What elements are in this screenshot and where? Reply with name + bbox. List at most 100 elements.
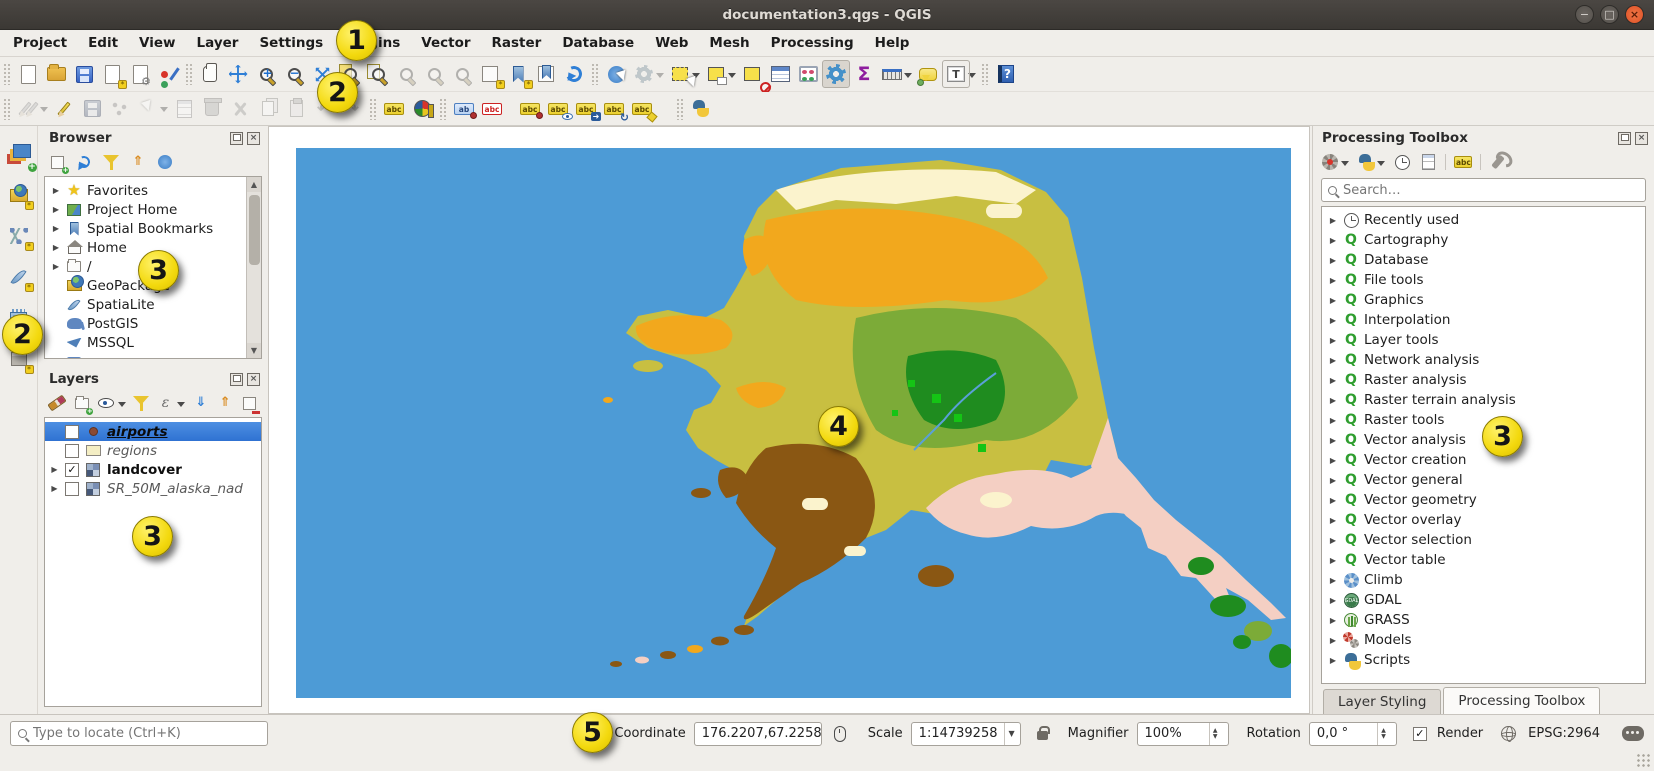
zoom-out-icon[interactable] [280, 60, 308, 88]
toggle-processing-toolbox-icon[interactable] [822, 60, 850, 88]
processing-group-network-analysis[interactable]: ▶QNetwork analysis [1322, 350, 1645, 370]
processing-group-file-tools[interactable]: ▶QFile tools [1322, 270, 1645, 290]
menu-database[interactable]: Database [559, 33, 637, 53]
expand-icon[interactable]: ▶ [1328, 616, 1338, 625]
coordinate-field[interactable]: 176.2207,67.2258 [694, 722, 822, 746]
zoom-last-icon[interactable] [420, 60, 448, 88]
expand-icon[interactable]: ▶ [1328, 276, 1338, 285]
scroll-down-icon[interactable]: ▼ [247, 343, 261, 358]
history-icon[interactable] [1393, 153, 1411, 171]
processing-options-icon[interactable] [1489, 153, 1507, 171]
menu-edit[interactable]: Edit [85, 33, 121, 53]
expand-icon[interactable]: ▶ [1328, 516, 1338, 525]
expand-icon[interactable]: ▶ [1328, 476, 1338, 485]
magnifier-spinbox[interactable]: 100%▲▼ [1137, 722, 1229, 746]
new-project-icon[interactable] [14, 60, 42, 88]
maximize-button[interactable]: □ [1600, 5, 1619, 24]
manage-map-themes-icon[interactable] [97, 394, 114, 412]
map-view[interactable] [296, 148, 1291, 698]
models-dropdown-icon[interactable] [1341, 161, 1349, 170]
zoom-in-icon[interactable] [252, 60, 280, 88]
scroll-up-icon[interactable]: ▲ [247, 177, 261, 192]
toolbar-drag-handle[interactable] [439, 98, 447, 120]
processing-group-raster-terrain[interactable]: ▶QRaster terrain analysis [1322, 390, 1645, 410]
menu-web[interactable]: Web [652, 33, 691, 53]
expand-icon[interactable]: ▶ [50, 484, 59, 493]
map-tips-icon[interactable] [914, 60, 942, 88]
expand-icon[interactable]: ▶ [1328, 256, 1338, 265]
results-viewer-icon[interactable] [1419, 153, 1437, 171]
new-spatialite-layer-icon[interactable] [5, 263, 33, 291]
layer-row-airports[interactable]: airports [45, 422, 261, 441]
tab-layer-styling[interactable]: Layer Styling [1323, 689, 1441, 714]
menu-mesh[interactable]: Mesh [706, 33, 752, 53]
expand-icon[interactable]: ▶ [51, 205, 61, 214]
layer-row-sr50m[interactable]: ▶ SR_50M_alaska_nad [45, 479, 261, 498]
move-label-icon[interactable]: ➜ [572, 95, 600, 123]
zoom-to-native-icon[interactable] [392, 60, 420, 88]
scripts-menu-icon[interactable] [1357, 153, 1375, 171]
style-manager-icon[interactable] [154, 60, 182, 88]
browser-item-postgis[interactable]: PostGIS [45, 314, 261, 333]
extents-toggle-icon[interactable] [834, 726, 846, 742]
select-features-by-value-icon[interactable] [702, 60, 730, 88]
toolbar-drag-handle[interactable] [3, 98, 11, 120]
processing-group-climb[interactable]: ▶Climb [1322, 570, 1645, 590]
processing-group-vector-geometry[interactable]: ▶QVector geometry [1322, 490, 1645, 510]
lock-scale-icon[interactable] [1037, 731, 1048, 740]
filter-by-expression-icon[interactable]: ε [157, 394, 174, 412]
deselect-features-icon[interactable] [738, 60, 766, 88]
processing-close-icon[interactable]: × [1635, 132, 1648, 145]
highlight-unplaced-labels-icon[interactable] [478, 95, 506, 123]
select-features-icon[interactable] [666, 60, 694, 88]
scroll-thumb[interactable] [249, 195, 260, 265]
processing-group-grass[interactable]: ▶GRASS [1322, 610, 1645, 630]
toolbar-drag-handle[interactable] [676, 98, 684, 120]
expand-icon[interactable]: ▶ [51, 186, 61, 195]
menu-view[interactable]: View [136, 33, 178, 53]
layer-diagram-options-icon[interactable] [408, 95, 436, 123]
layers-close-icon[interactable]: × [247, 373, 260, 386]
filter-legend-icon[interactable] [133, 394, 150, 412]
properties-widget-icon[interactable] [156, 153, 174, 171]
new-spatial-bookmark-icon[interactable] [504, 60, 532, 88]
save-project-icon[interactable] [70, 60, 98, 88]
layer-row-landcover[interactable]: ▶ ✓ landcover [45, 460, 261, 479]
processing-group-recently-used[interactable]: ▶Recently used [1322, 210, 1645, 230]
menu-settings[interactable]: Settings [256, 33, 326, 53]
menu-processing[interactable]: Processing [768, 33, 857, 53]
processing-group-layer-tools[interactable]: ▶QLayer tools [1322, 330, 1645, 350]
show-spatial-bookmarks-icon[interactable] [532, 60, 560, 88]
browser-item-mssql[interactable]: MSSQL [45, 333, 261, 352]
python-console-icon[interactable] [687, 95, 715, 123]
expand-icon[interactable]: ▶ [1328, 216, 1338, 225]
processing-group-graphics[interactable]: ▶QGraphics [1322, 290, 1645, 310]
add-selected-layers-icon[interactable] [48, 153, 66, 171]
copy-features-icon[interactable] [254, 95, 282, 123]
expand-icon[interactable]: ▶ [1328, 496, 1338, 505]
processing-group-vector-creation[interactable]: ▶QVector creation [1322, 450, 1645, 470]
modify-attributes-icon[interactable] [170, 95, 198, 123]
expand-icon[interactable]: ▶ [1328, 556, 1338, 565]
scripts-dropdown-icon[interactable] [1377, 161, 1385, 170]
browser-item-partial[interactable] [45, 352, 261, 359]
feature-action-dropdown-icon[interactable] [656, 73, 664, 82]
processing-group-cartography[interactable]: ▶QCartography [1322, 230, 1645, 250]
show-statistical-summary-icon[interactable]: Σ [850, 60, 878, 88]
collapse-all-layers-icon[interactable]: ⇑ [216, 394, 233, 412]
rotation-spinbox[interactable]: 0,0 °▲▼ [1309, 722, 1397, 746]
layer-checkbox[interactable] [65, 482, 79, 496]
help-icon[interactable]: ? [992, 60, 1020, 88]
crs-globe-icon[interactable] [1501, 726, 1516, 741]
expand-icon[interactable]: ▶ [1328, 356, 1338, 365]
show-layout-manager-icon[interactable]: ⚙ [126, 60, 154, 88]
processing-group-vector-table[interactable]: ▶QVector table [1322, 550, 1645, 570]
open-project-icon[interactable] [42, 60, 70, 88]
expand-icon[interactable]: ▶ [1328, 436, 1338, 445]
open-field-calculator-icon[interactable] [794, 60, 822, 88]
processing-group-models[interactable]: ▶Models [1322, 630, 1645, 650]
browser-float-icon[interactable] [230, 132, 243, 145]
toolbar-drag-handle[interactable] [3, 63, 11, 85]
browser-item-spatialite[interactable]: SpatiaLite [45, 295, 261, 314]
new-shapefile-layer-icon[interactable] [5, 222, 33, 250]
